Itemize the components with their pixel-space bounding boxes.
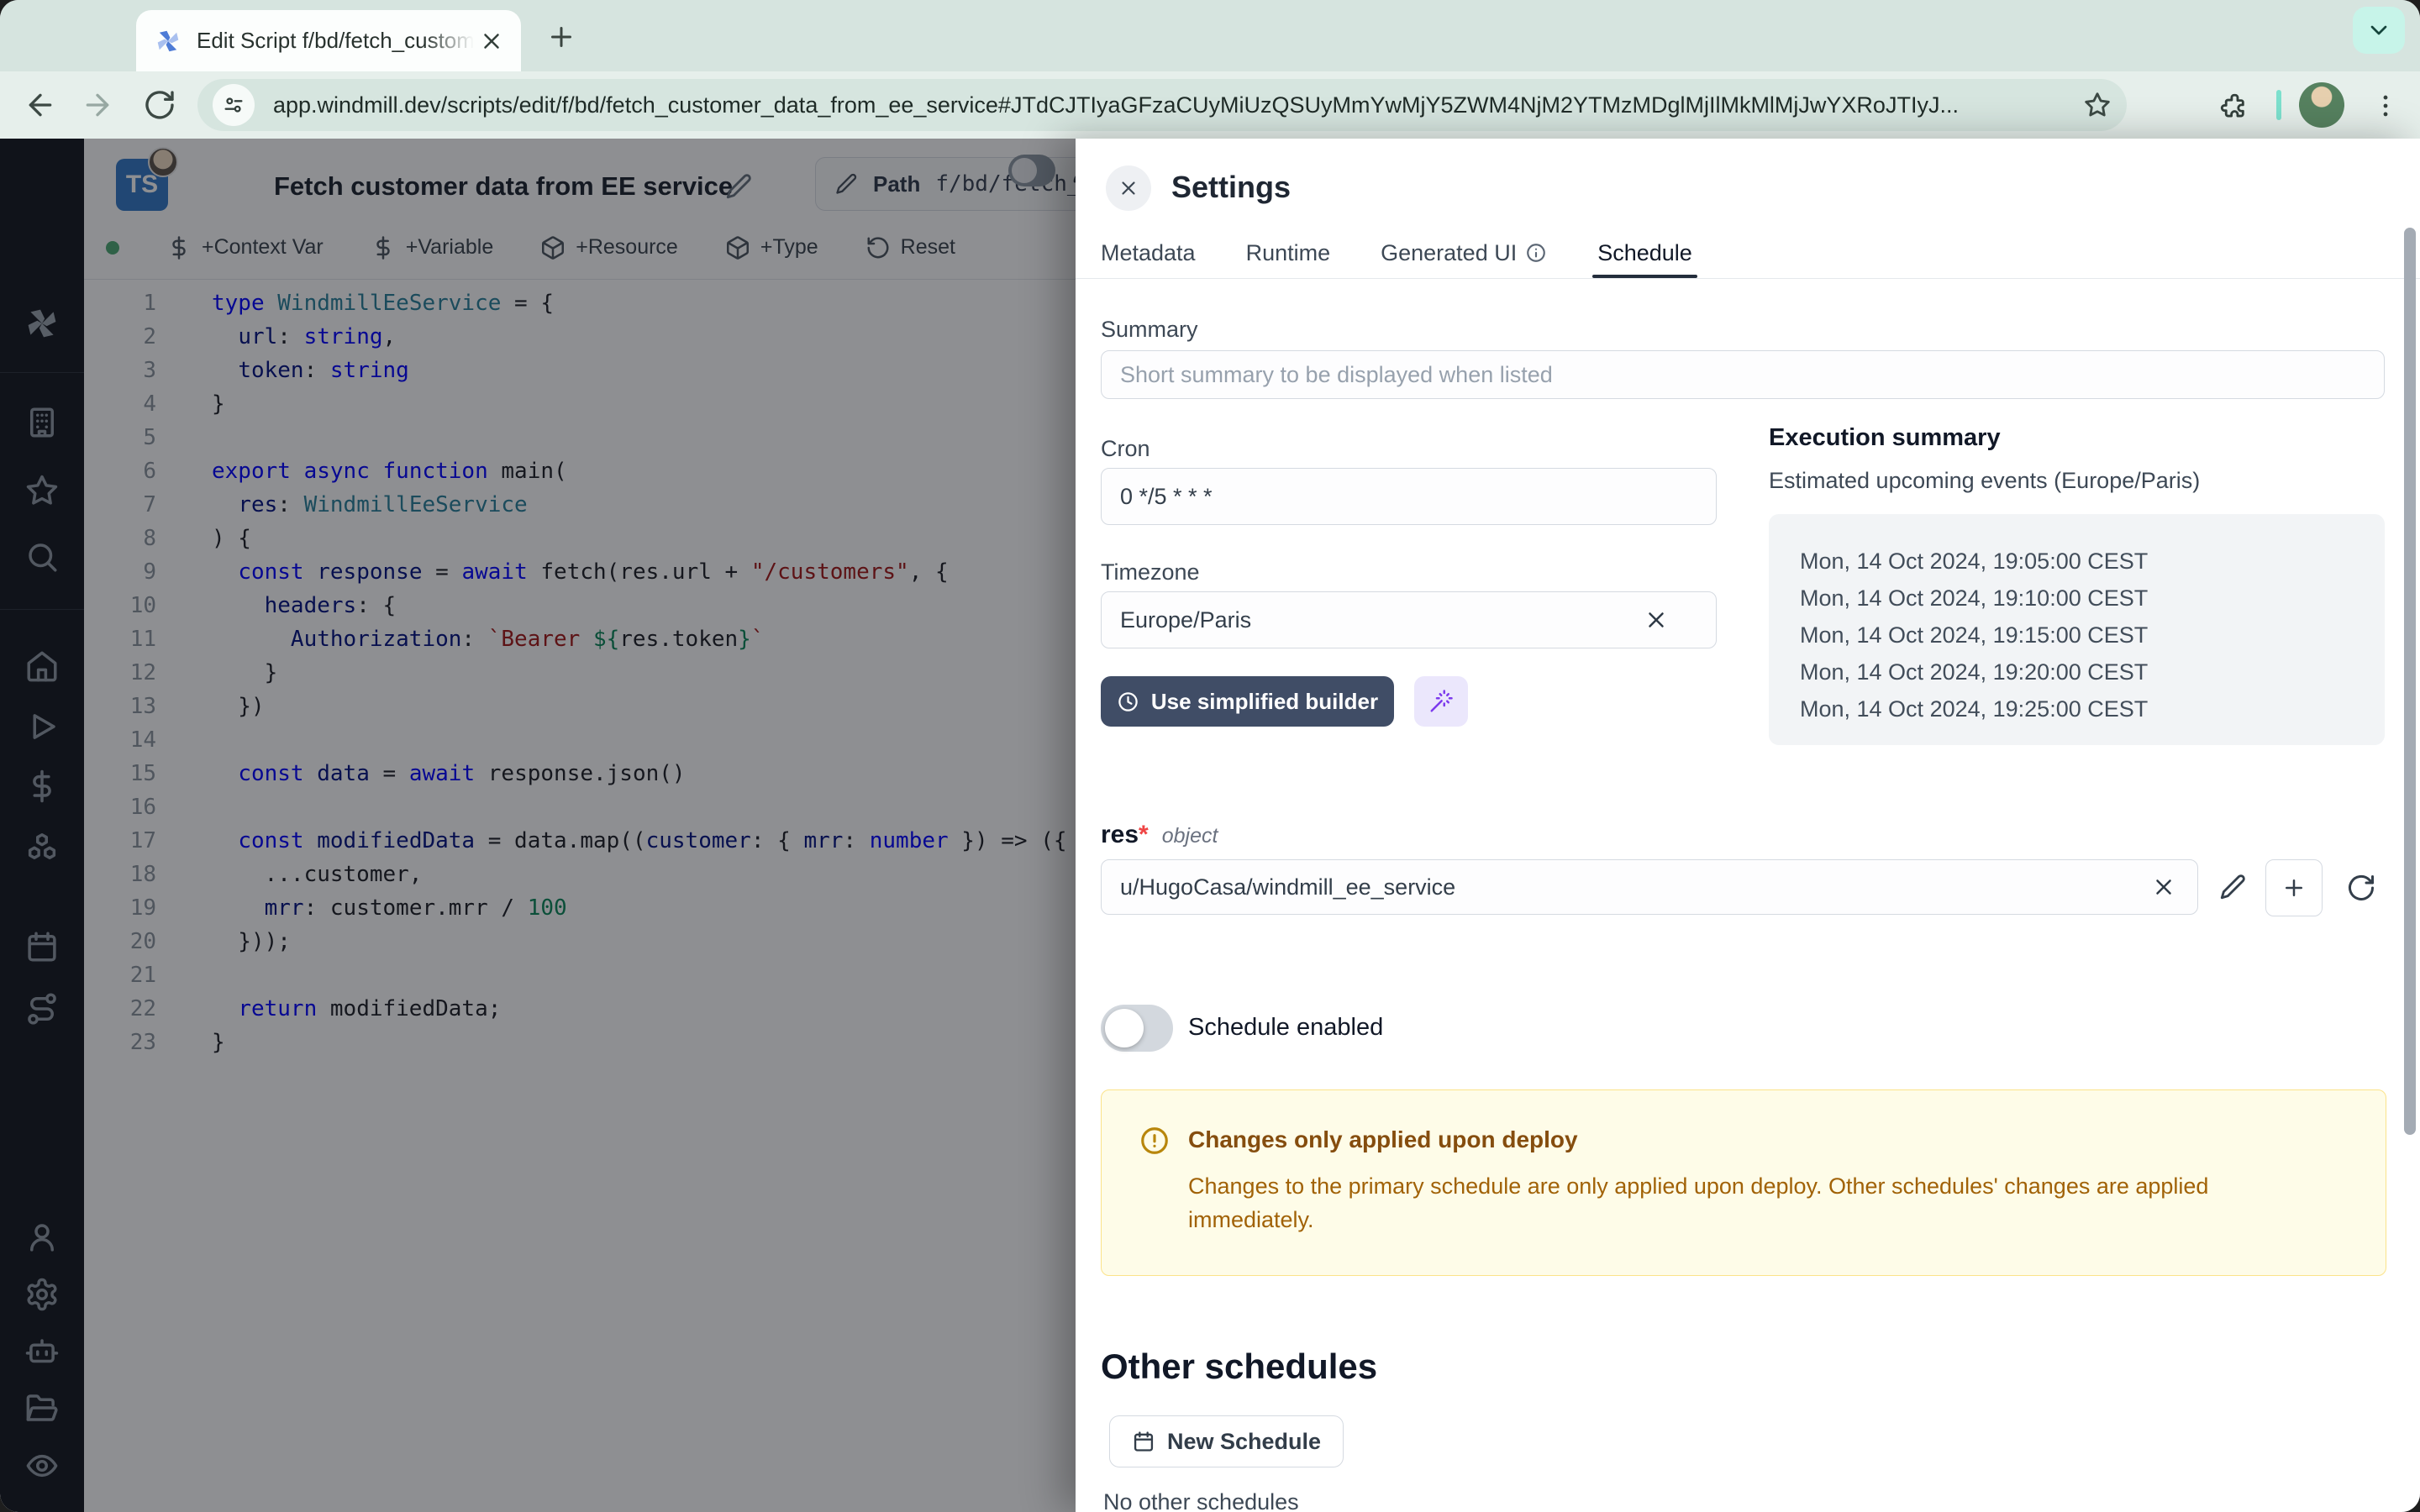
reload-button[interactable] (143, 88, 176, 122)
new-schedule-label: New Schedule (1167, 1429, 1321, 1455)
execution-summary-subheading: Estimated upcoming events (Europe/Paris) (1769, 468, 2200, 494)
browser-profile-avatar[interactable] (2299, 82, 2344, 128)
simplified-builder-button[interactable]: Use simplified builder (1101, 676, 1394, 727)
url-bar[interactable]: app.windmill.dev/scripts/edit/f/bd/fetch… (197, 79, 2127, 131)
res-arg-label: res* object (1101, 821, 1218, 849)
windmill-app: TS Fetch customer data from EE service P… (0, 139, 2420, 1512)
close-icon (1118, 177, 1139, 199)
back-button[interactable] (24, 88, 57, 122)
schedule-enabled-toggle[interactable] (1101, 1005, 1173, 1052)
clock-icon (1117, 690, 1139, 713)
refresh-res-icon[interactable] (2346, 873, 2376, 903)
event-row: Mon, 14 Oct 2024, 19:10:00 CEST (1800, 580, 2385, 617)
add-resource-button-small[interactable] (2265, 859, 2323, 916)
ai-wand-button[interactable] (1414, 676, 1468, 727)
tab-close-icon[interactable] (479, 29, 504, 54)
res-resource-input[interactable] (1101, 859, 2198, 915)
tab-search-button[interactable] (2353, 7, 2405, 54)
other-schedules-heading: Other schedules (1101, 1347, 1377, 1387)
res-type: object (1162, 824, 1218, 848)
tab-runtime[interactable]: Runtime (1246, 228, 1331, 278)
tab-label: Schedule (1597, 240, 1692, 266)
settings-title: Settings (1171, 170, 1291, 205)
alert-circle-icon (1139, 1125, 1171, 1157)
info-icon (1525, 242, 1547, 264)
tab-title: Edit Script f/bd/fetch_custom (197, 28, 474, 54)
url-text: app.windmill.dev/scripts/edit/f/bd/fetch… (273, 92, 2071, 118)
timezone-label: Timezone (1101, 559, 1200, 585)
browser-tab[interactable]: Edit Script f/bd/fetch_custom (136, 10, 521, 71)
events-box: Mon, 14 Oct 2024, 19:05:00 CESTMon, 14 O… (1769, 514, 2385, 745)
new-tab-button[interactable] (546, 22, 576, 52)
tab-label: Runtime (1246, 240, 1331, 266)
close-button[interactable] (1106, 165, 1151, 211)
calendar-icon (1132, 1430, 1155, 1453)
edit-res-pencil-icon[interactable] (2218, 873, 2247, 901)
cron-label: Cron (1101, 436, 1150, 462)
timezone-input[interactable] (1101, 591, 1717, 648)
tab-schedule[interactable]: Schedule (1597, 228, 1692, 278)
browser-menu-icon[interactable] (2371, 92, 2400, 120)
new-schedule-button[interactable]: New Schedule (1109, 1415, 1344, 1467)
tab-metadata[interactable]: Metadata (1101, 228, 1196, 278)
res-name: res (1101, 821, 1139, 848)
toolbar-separator (2276, 90, 2281, 120)
schedule-enabled-label: Schedule enabled (1188, 1014, 1383, 1042)
plus-icon (2281, 875, 2307, 900)
simplified-builder-label: Use simplified builder (1151, 689, 1378, 715)
tab-generated-ui[interactable]: Generated UI (1381, 228, 1547, 278)
browser-tabstrip: Edit Script f/bd/fetch_custom (0, 0, 2420, 71)
execution-summary-heading: Execution summary (1769, 424, 2001, 452)
clear-res-icon[interactable] (2151, 874, 2176, 900)
tune-icon (222, 93, 245, 117)
chevron-down-icon (2365, 17, 2392, 44)
tab-label: Generated UI (1381, 240, 1517, 266)
site-settings-button[interactable] (213, 84, 255, 126)
warning-title: Changes only applied upon deploy (1188, 1126, 1578, 1153)
event-row: Mon, 14 Oct 2024, 19:20:00 CEST (1800, 654, 2385, 690)
event-row: Mon, 14 Oct 2024, 19:25:00 CEST (1800, 690, 2385, 727)
settings-drawer: Settings Metadata Runtime Generated UI Sche… (1076, 139, 2420, 1512)
settings-tabs: Metadata Runtime Generated UI Schedule (1076, 228, 2420, 279)
res-required-asterisk: * (1139, 821, 1149, 848)
summary-input[interactable] (1101, 350, 2385, 399)
windmill-favicon-icon (153, 26, 183, 56)
event-row: Mon, 14 Oct 2024, 19:15:00 CEST (1800, 617, 2385, 654)
no-other-schedules-text: No other schedules (1103, 1489, 1299, 1512)
drawer-scrollbar[interactable] (2404, 228, 2416, 1135)
browser-toolbar: app.windmill.dev/scripts/edit/f/bd/fetch… (0, 71, 2420, 139)
clear-timezone-icon[interactable] (1644, 607, 1669, 633)
wand-icon (1428, 689, 1454, 714)
warning-body: Changes to the primary schedule are only… (1188, 1169, 2323, 1236)
forward-button[interactable] (81, 88, 114, 122)
extensions-icon[interactable] (2219, 92, 2248, 120)
event-row: Mon, 14 Oct 2024, 19:05:00 CEST (1800, 543, 2385, 580)
bookmark-star-icon[interactable] (2083, 91, 2112, 119)
summary-label: Summary (1101, 317, 1198, 343)
cron-input[interactable] (1101, 468, 1717, 525)
tab-label: Metadata (1101, 240, 1196, 266)
browser-window: Edit Script f/bd/fetch_custom app.windmi… (0, 0, 2420, 1512)
